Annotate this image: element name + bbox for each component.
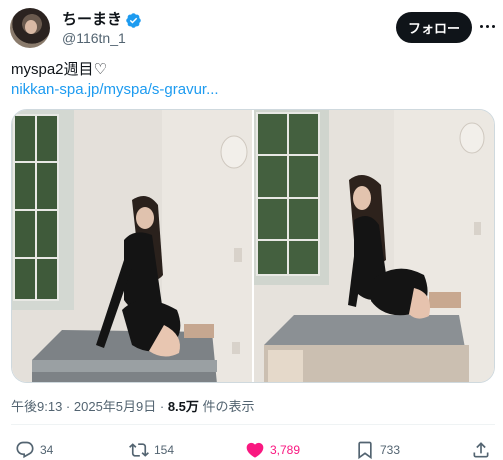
tweet-header: ちーまき @116tn_1 フォロー xyxy=(10,8,495,48)
retweet-button[interactable]: 154 xyxy=(129,440,174,460)
like-count: 3,789 xyxy=(270,443,301,457)
tweet-link[interactable]: nikkan-spa.jp/myspa/s-gravur... xyxy=(11,80,219,100)
photo-1-image xyxy=(12,110,252,382)
meta-separator-2: · xyxy=(156,399,168,414)
follow-button[interactable]: フォロー xyxy=(396,12,472,43)
share-icon xyxy=(473,442,489,458)
like-button[interactable]: 3,789 xyxy=(245,440,300,460)
tweet-text: myspa2週目♡ xyxy=(11,61,107,78)
post-date[interactable]: 2025年5月9日 xyxy=(74,399,156,414)
bookmark-count: 733 xyxy=(380,443,401,457)
reply-count: 34 xyxy=(40,443,54,457)
heart-icon xyxy=(246,442,264,458)
display-name[interactable]: ちーまき xyxy=(62,11,122,29)
bookmark-icon xyxy=(358,441,372,460)
meta-separator: · xyxy=(62,399,74,414)
media-grid xyxy=(11,109,495,383)
retweet-icon xyxy=(129,443,149,457)
post-time[interactable]: 午後9:13 xyxy=(11,399,62,414)
reply-button[interactable]: 34 xyxy=(15,440,53,460)
more-options-icon[interactable] xyxy=(477,16,497,36)
bookmark-button[interactable]: 733 xyxy=(355,440,400,460)
photo-1[interactable] xyxy=(12,110,252,382)
photo-2[interactable] xyxy=(254,110,494,382)
author-handle[interactable]: @116tn_1 xyxy=(62,30,126,47)
avatar[interactable] xyxy=(10,8,50,48)
share-button[interactable] xyxy=(471,440,491,460)
divider xyxy=(11,424,495,425)
reply-icon xyxy=(16,441,34,459)
tweet-timestamp[interactable]: 午後9:13 · 2025年5月9日 · 8.5万 件の表示 xyxy=(11,398,255,415)
author-name-row[interactable]: ちーまき xyxy=(62,11,142,29)
verified-badge-icon xyxy=(126,12,141,28)
views-count: 8.5万 xyxy=(167,399,199,414)
retweet-count: 154 xyxy=(154,443,175,457)
action-bar: 34 154 3,789 733 xyxy=(11,440,495,460)
views-label: 件の表示 xyxy=(202,399,255,414)
photo-2-image xyxy=(254,110,494,382)
